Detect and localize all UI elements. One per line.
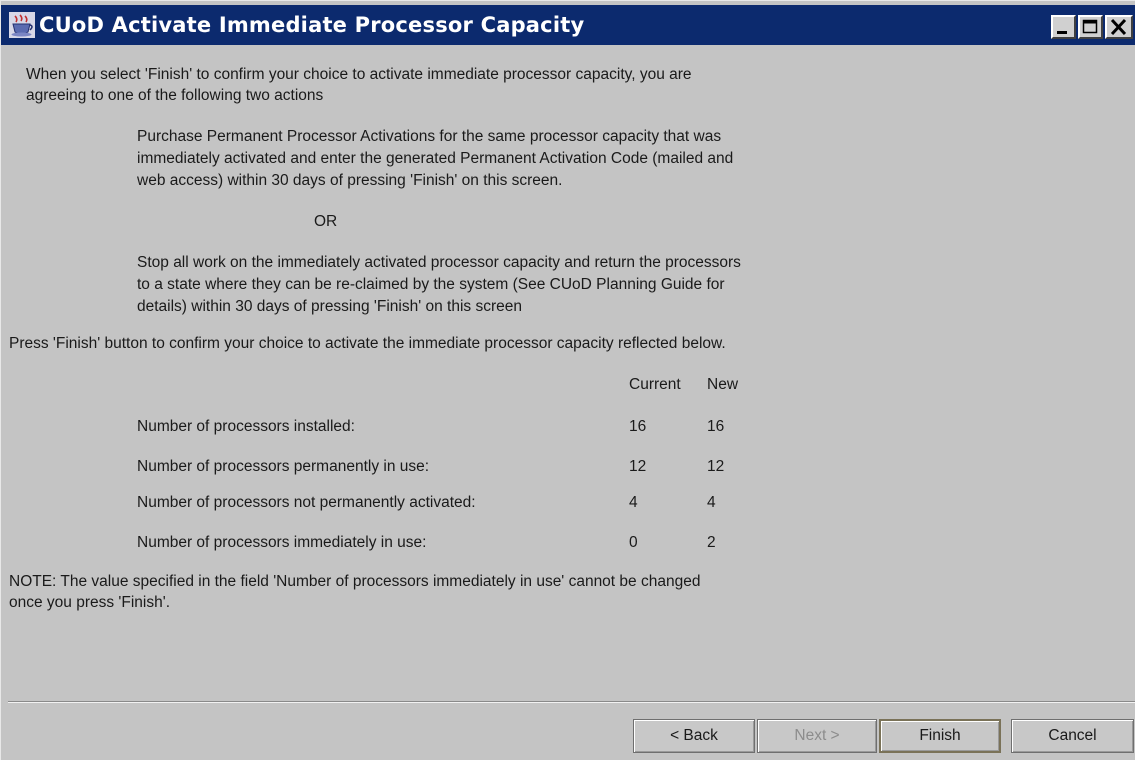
- close-button[interactable]: [1105, 15, 1133, 39]
- row-current-installed: 16: [629, 418, 647, 435]
- finish-button[interactable]: Finish: [879, 719, 1001, 753]
- row-new-installed: 16: [707, 418, 725, 435]
- row-label-permanent: Number of processors permanently in use:: [137, 458, 430, 475]
- button-bar-separator-highlight: [8, 702, 1135, 703]
- column-header-current: Current: [629, 376, 681, 393]
- option1-line-1: Purchase Permanent Processor Activations…: [137, 128, 722, 145]
- option1-line-3: web access) within 30 days of pressing '…: [137, 172, 563, 189]
- cancel-button[interactable]: Cancel: [1011, 719, 1134, 753]
- column-header-new: New: [707, 376, 739, 393]
- dialog-content: When you select 'Finish' to confirm your…: [1, 45, 1135, 700]
- option2-line-1: Stop all work on the immediately activat…: [137, 254, 741, 271]
- maximize-button[interactable]: [1078, 15, 1103, 39]
- intro-line-1: When you select 'Finish' to confirm your…: [26, 66, 692, 83]
- row-label-immediate: Number of processors immediately in use:: [137, 534, 427, 551]
- title-bar[interactable]: CUoD Activate Immediate Processor Capaci…: [1, 5, 1135, 45]
- row-label-not-activated: Number of processors not permanently act…: [137, 494, 476, 511]
- intro-line-2: agreeing to one of the following two act…: [26, 87, 324, 104]
- press-finish-text: Press 'Finish' button to confirm your ch…: [9, 335, 726, 352]
- note-line-1: NOTE: The value specified in the field '…: [9, 573, 701, 590]
- dialog-window: CUoD Activate Immediate Processor Capaci…: [0, 0, 1135, 760]
- close-icon: [1110, 18, 1127, 36]
- row-label-installed: Number of processors installed:: [137, 418, 355, 435]
- row-current-immediate: 0: [629, 534, 638, 551]
- option2-line-3: details) within 30 days of pressing 'Fin…: [137, 298, 522, 315]
- note-line-2: once you press 'Finish'.: [9, 594, 170, 611]
- or-label: OR: [314, 213, 338, 230]
- row-new-not-activated: 4: [707, 494, 716, 511]
- next-button[interactable]: Next >: [757, 719, 877, 753]
- row-new-permanent: 12: [707, 458, 725, 475]
- row-current-not-activated: 4: [629, 494, 638, 511]
- minimize-button[interactable]: [1051, 15, 1076, 39]
- maximize-icon: [1082, 19, 1098, 34]
- java-cup-icon: [9, 12, 35, 38]
- row-new-immediate: 2: [707, 534, 716, 551]
- option2-line-2: to a state where they can be re-claimed …: [137, 276, 725, 293]
- window-title: CUoD Activate Immediate Processor Capaci…: [39, 13, 585, 37]
- row-current-permanent: 12: [629, 458, 647, 475]
- back-button[interactable]: < Back: [633, 719, 755, 753]
- option1-line-2: immediately activated and enter the gene…: [137, 150, 734, 167]
- minimize-icon: [1057, 31, 1067, 34]
